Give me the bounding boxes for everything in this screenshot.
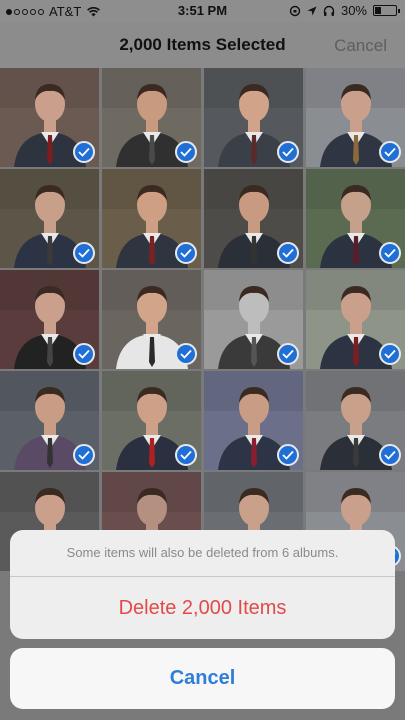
photo-thumbnail[interactable] [0,371,99,470]
photo-thumbnail[interactable] [204,270,303,369]
photo-thumbnail[interactable] [102,169,201,268]
rotation-lock-icon [289,5,301,16]
checkmark-icon [379,343,401,365]
photo-thumbnail[interactable] [204,371,303,470]
checkmark-icon [379,141,401,163]
checkmark-icon [175,242,197,264]
headphones-icon [323,5,335,16]
photo-thumbnail[interactable] [204,68,303,167]
checkmark-icon [73,242,95,264]
checkmark-icon [277,343,299,365]
checkmark-icon [175,444,197,466]
checkmark-icon [73,444,95,466]
checkmark-icon [175,141,197,163]
photo-thumbnail[interactable] [102,270,201,369]
checkmark-icon [379,242,401,264]
photo-thumbnail[interactable] [102,371,201,470]
photo-thumbnail[interactable] [306,270,405,369]
photo-thumbnail[interactable] [204,169,303,268]
checkmark-icon [73,141,95,163]
navigation-bar: 2,000 Items Selected Cancel [0,22,405,68]
battery-percent: 30% [340,3,367,18]
photo-thumbnail[interactable] [306,371,405,470]
photo-thumbnail[interactable] [0,68,99,167]
location-arrow-icon [307,6,317,15]
photo-thumbnail[interactable] [0,169,99,268]
checkmark-icon [277,444,299,466]
action-sheet: Some items will also be deleted from 6 a… [10,530,395,639]
checkmark-icon [73,343,95,365]
photo-thumbnail[interactable] [102,68,201,167]
photo-thumbnail[interactable] [0,270,99,369]
checkmark-icon [277,242,299,264]
checkmark-icon [379,444,401,466]
action-sheet-message: Some items will also be deleted from 6 a… [10,530,395,577]
action-sheet-cancel-button[interactable]: Cancel [10,648,395,709]
checkmark-icon [175,343,197,365]
delete-items-button[interactable]: Delete 2,000 Items [10,577,395,639]
photo-thumbnail[interactable] [306,169,405,268]
nav-cancel-button[interactable]: Cancel [334,36,387,56]
battery-icon [373,5,400,16]
status-bar: AT&T 3:51 PM 30% [0,0,405,22]
photo-thumbnail[interactable] [306,68,405,167]
checkmark-icon [277,141,299,163]
